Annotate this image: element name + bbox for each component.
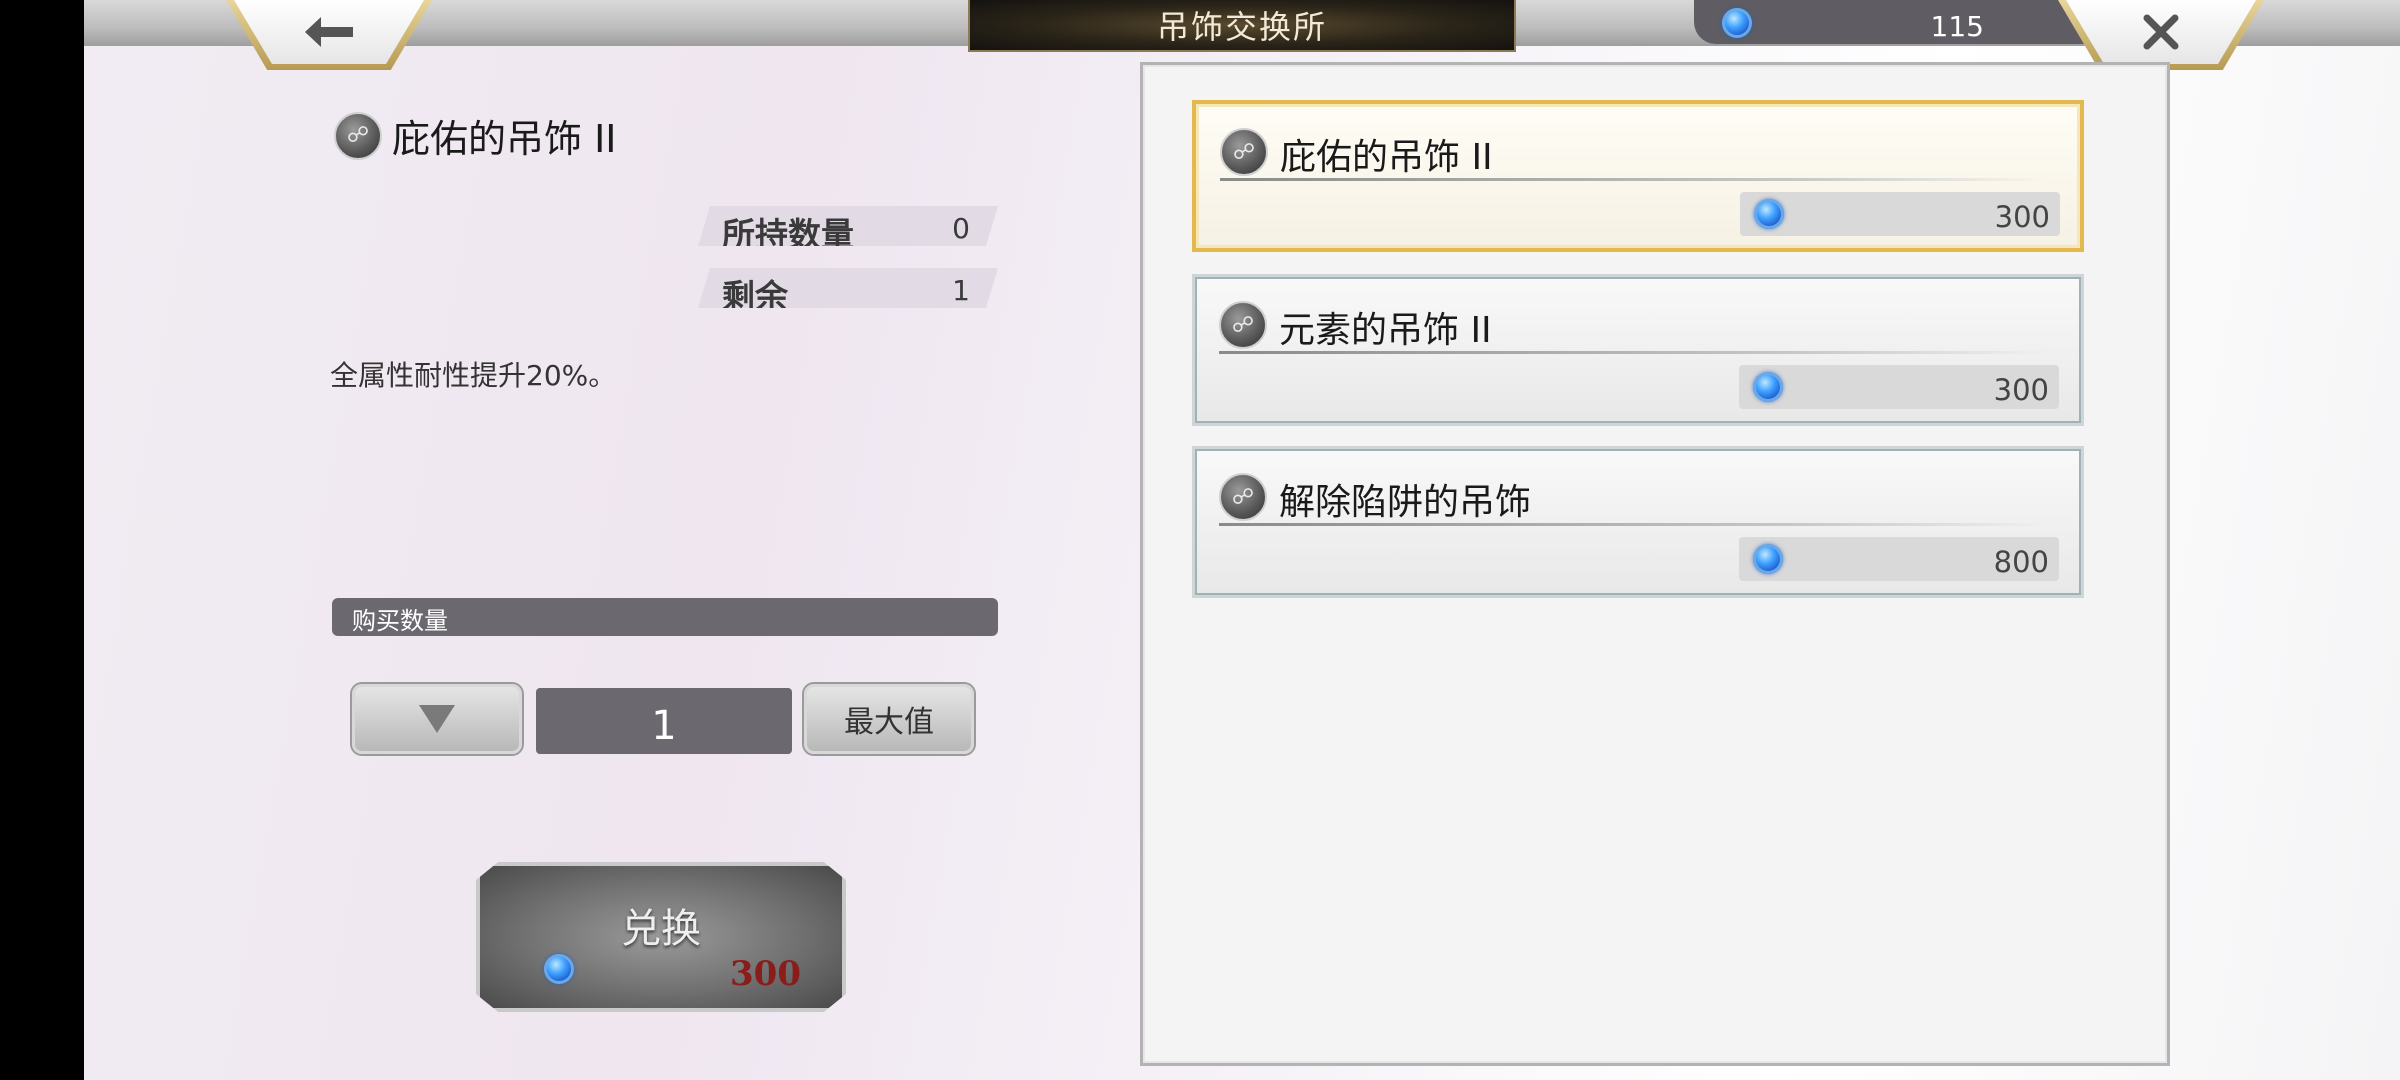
- blue-gem-icon: [544, 954, 574, 984]
- exchange-cost: 300: [730, 954, 801, 994]
- remaining-row: 剩余 1: [698, 268, 998, 308]
- blue-gem-icon: [1753, 372, 1783, 402]
- triangle-down-icon: [419, 705, 455, 733]
- price-box: 300: [1739, 365, 2059, 409]
- divider: [1219, 351, 2051, 354]
- arrow-left-icon: [305, 17, 353, 47]
- charm-icon: ☍: [1220, 128, 1268, 176]
- divider: [1220, 178, 2050, 181]
- remaining-value: 1: [952, 274, 970, 307]
- blue-gem-icon: [1753, 544, 1783, 574]
- blue-gem-icon: [1722, 8, 1752, 38]
- currency-display: 115: [1694, 0, 2094, 44]
- exchange-label: 兑换: [621, 906, 701, 952]
- max-button[interactable]: 最大值: [804, 684, 974, 754]
- charm-icon: ☍: [334, 111, 382, 160]
- price-box: 300: [1740, 192, 2060, 236]
- shop-item[interactable]: ☍ 解除陷阱的吊饰 800: [1192, 446, 2084, 598]
- page-title: 吊饰交换所: [968, 0, 1516, 52]
- charm-icon: ☍: [1219, 301, 1267, 349]
- divider: [1219, 523, 2051, 526]
- close-icon: [2143, 14, 2179, 50]
- quantity-input[interactable]: 1: [536, 688, 792, 754]
- currency-amount: 115: [1930, 10, 1984, 43]
- exchange-screen: 吊饰交换所 115 ☍ 庇佑的吊饰 II 所持数量 0 剩余 1 全属性耐性提升…: [84, 0, 2400, 1080]
- shop-item-name: 庇佑的吊饰 II: [1280, 137, 1493, 178]
- detail-item-name: 庇佑的吊饰 II: [392, 117, 617, 161]
- owned-count-row: 所持数量 0: [698, 206, 998, 246]
- shop-item-price: 300: [1993, 373, 2049, 407]
- item-description: 全属性耐性提升20%。: [330, 359, 617, 392]
- exchange-button[interactable]: 兑换 300: [476, 862, 846, 1012]
- detail-title: ☍ 庇佑的吊饰 II: [334, 108, 617, 163]
- shop-item-name: 元素的吊饰 II: [1279, 310, 1492, 351]
- shop-item-price: 800: [1993, 545, 2049, 579]
- remaining-label: 剩余: [722, 277, 788, 316]
- purchase-qty-label: 购买数量: [332, 598, 998, 636]
- owned-value: 0: [952, 212, 970, 245]
- shop-item-name: 解除陷阱的吊饰: [1279, 482, 1532, 523]
- owned-label: 所持数量: [722, 215, 854, 254]
- decrease-button[interactable]: [352, 684, 522, 754]
- shop-item-price: 300: [1994, 200, 2050, 234]
- price-box: 800: [1739, 537, 2059, 581]
- charm-icon: ☍: [1219, 473, 1267, 521]
- shop-item[interactable]: ☍ 元素的吊饰 II 300: [1192, 274, 2084, 426]
- shop-item[interactable]: ☍ 庇佑的吊饰 II 300: [1192, 100, 2084, 252]
- blue-gem-icon: [1754, 199, 1784, 229]
